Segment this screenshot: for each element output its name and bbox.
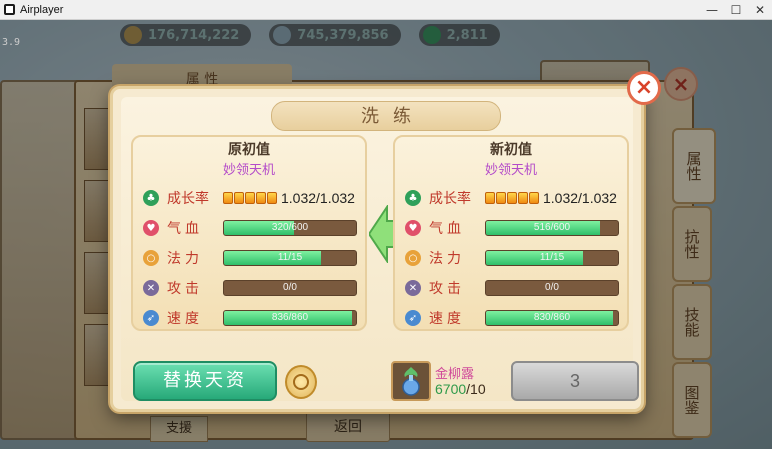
stat-label: 成长率 [167, 191, 209, 207]
item-owned: 6700 [435, 381, 467, 397]
bar-text: 516/600 [533, 222, 571, 233]
mp-bar: 11/15 [223, 250, 357, 266]
growth-pip [223, 192, 233, 204]
growth-pip [256, 192, 266, 204]
growth-pips [485, 192, 539, 204]
potion-item-icon[interactable] [391, 361, 431, 401]
refine-dialog-body: 洗练 原初值 妙领天机 ♣ 成长率 1.032/1.032 ♥ 气血 320/6… [121, 97, 639, 401]
stat-label: 气血 [167, 221, 203, 237]
stat-row-speed: ➶ 速度 836/860 [143, 307, 363, 329]
app-icon [4, 4, 15, 15]
speed-icon: ➶ [405, 310, 421, 326]
refine-button[interactable]: 3 [511, 361, 639, 401]
growth-icon: ♣ [143, 190, 159, 206]
stat-label: 攻击 [429, 281, 465, 297]
mana-icon: ○ [143, 250, 159, 266]
stat-row-mp: ○ 法力 11/15 [405, 247, 625, 269]
potion-icon [402, 367, 420, 396]
growth-pip [234, 192, 244, 204]
stat-row-attack: ✕ 攻击 0/0 [143, 277, 363, 299]
close-icon[interactable]: × [627, 71, 661, 105]
panel-subheading: 妙领天机 [484, 163, 537, 178]
attack-bar: 0/0 [485, 280, 619, 296]
growth-value: 1.032/1.032 [543, 190, 617, 206]
stat-row-hp: ♥ 气血 320/600 [143, 217, 363, 239]
panel-heading: 新初值 [490, 142, 532, 158]
stat-row-attack: ✕ 攻击 0/0 [405, 277, 625, 299]
bar-text: 0/0 [545, 282, 559, 293]
stat-row-speed: ➶ 速度 830/860 [405, 307, 625, 329]
stat-row-growth: ♣ 成长率 1.032/1.032 [405, 187, 625, 209]
original-values-panel: 原初值 妙领天机 ♣ 成长率 1.032/1.032 ♥ 气血 320/600 [131, 135, 367, 331]
item-required: /10 [466, 381, 486, 397]
growth-pips [223, 192, 277, 204]
bar-text: 830/860 [533, 312, 571, 323]
growth-pip [496, 192, 506, 204]
growth-pip [245, 192, 255, 204]
speed-bar: 836/860 [223, 310, 357, 326]
growth-pip [518, 192, 528, 204]
refine-dialog: 洗练 原初值 妙领天机 ♣ 成长率 1.032/1.032 ♥ 气血 320/6… [110, 71, 661, 412]
attack-bar: 0/0 [223, 280, 357, 296]
window-titlebar: Airplayer — ☐ ✕ [0, 0, 772, 20]
hp-bar: 320/600 [223, 220, 357, 236]
stat-row-mp: ○ 法力 11/15 [143, 247, 363, 269]
stat-label: 法力 [167, 251, 203, 267]
lock-badge-icon[interactable] [285, 365, 317, 399]
new-values-panel: 新初值 妙领天机 ♣ 成长率 1.032/1.032 ♥ 气血 516/600 [393, 135, 629, 331]
replace-talent-button[interactable]: 替换天资 [133, 361, 277, 401]
badge-ring [293, 374, 309, 390]
stat-label: 成长率 [429, 191, 471, 207]
stat-label: 速度 [167, 311, 203, 327]
panel-subheading: 妙领天机 [222, 163, 275, 178]
bar-text: 11/15 [539, 252, 565, 263]
heart-icon: ♥ [405, 220, 421, 236]
stat-label: 攻击 [167, 281, 203, 297]
stat-row-growth: ♣ 成长率 1.032/1.032 [143, 187, 363, 209]
dialog-title: 洗练 [361, 106, 425, 127]
panel-heading: 原初值 [228, 142, 270, 158]
bar-text: 0/0 [283, 282, 297, 293]
mp-bar: 11/15 [485, 250, 619, 266]
growth-pip [507, 192, 517, 204]
hp-bar: 516/600 [485, 220, 619, 236]
item-name: 金柳露 [435, 367, 475, 382]
stat-label: 气血 [429, 221, 465, 237]
item-count: 6700/10 [435, 381, 486, 397]
stat-label: 速度 [429, 311, 465, 327]
speed-bar: 830/860 [485, 310, 619, 326]
bar-text: 320/600 [271, 222, 309, 233]
window-title: Airplayer [20, 3, 64, 16]
heart-icon: ♥ [143, 220, 159, 236]
growth-pip [485, 192, 495, 204]
growth-pip [529, 192, 539, 204]
bar-text: 11/15 [277, 252, 303, 263]
growth-pip [267, 192, 277, 204]
window-close-button[interactable]: ✕ [748, 2, 772, 18]
sword-icon: ✕ [143, 280, 159, 296]
fps-counter: 3.9 [2, 37, 21, 48]
stat-row-hp: ♥ 气血 516/600 [405, 217, 625, 239]
mana-icon: ○ [405, 250, 421, 266]
stat-label: 法力 [429, 251, 465, 267]
sword-icon: ✕ [405, 280, 421, 296]
speed-icon: ➶ [143, 310, 159, 326]
growth-icon: ♣ [405, 190, 421, 206]
maximize-button[interactable]: ☐ [724, 2, 748, 18]
bar-text: 836/860 [271, 312, 309, 323]
minimize-button[interactable]: — [700, 2, 724, 18]
dialog-title-bar: 洗练 [271, 101, 501, 131]
growth-value: 1.032/1.032 [281, 190, 355, 206]
